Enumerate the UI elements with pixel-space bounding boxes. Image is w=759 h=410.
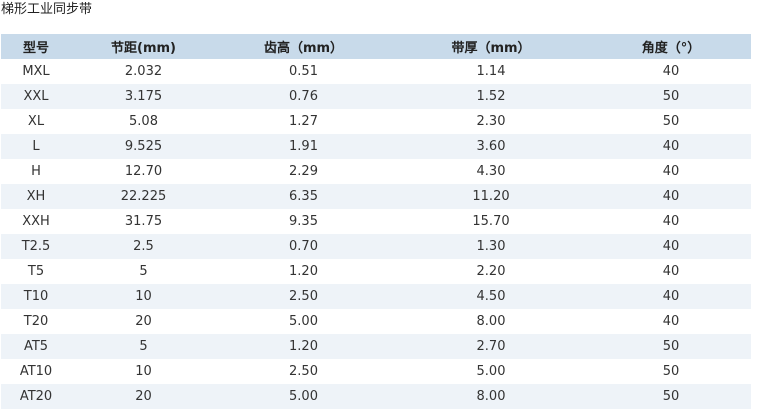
cell-tooth-height: 2.50 (289, 364, 318, 379)
header-row: 型号 节距(mm) 齿高（mm） 带厚（mm） 角度（°） (1, 34, 751, 59)
cell-tooth-height: 9.35 (289, 214, 318, 229)
cell-belt-thickness: 11.20 (472, 189, 510, 204)
cell-angle: 40 (662, 139, 680, 154)
cell-model: T2.5 (21, 239, 51, 254)
cell-angle: 40 (662, 64, 680, 79)
table-row: XL 5.08 1.27 2.30 50 (1, 109, 751, 134)
cell-model: T5 (27, 264, 45, 279)
cell-pitch: 20 (135, 389, 152, 404)
cell-pitch: 22.225 (120, 189, 167, 204)
cell-pitch: 9.525 (124, 139, 163, 154)
cell-belt-thickness: 4.50 (476, 289, 506, 304)
cell-tooth-height: 1.27 (289, 114, 318, 129)
cell-tooth-height: 0.51 (289, 64, 318, 79)
header-angle: 角度（°） (641, 41, 701, 56)
cell-angle: 40 (662, 189, 680, 204)
table-row: XXH 31.75 9.35 15.70 40 (1, 209, 751, 234)
cell-angle: 40 (662, 289, 680, 304)
cell-pitch: 20 (135, 314, 152, 329)
cell-model: XXL (23, 89, 49, 104)
table-header: 型号 节距(mm) 齿高（mm） 带厚（mm） 角度（°） (1, 34, 751, 59)
cell-model: XXH (22, 214, 50, 229)
table-row: T10 10 2.50 4.50 40 (1, 284, 751, 309)
cell-belt-thickness: 8.00 (476, 389, 506, 404)
cell-pitch: 5 (139, 339, 148, 354)
cell-model: T20 (23, 314, 49, 329)
cell-angle: 40 (662, 164, 680, 179)
cell-belt-thickness: 3.60 (476, 139, 506, 154)
table-row: AT5 5 1.20 2.70 50 (1, 334, 751, 359)
cell-tooth-height: 1.91 (289, 139, 318, 154)
cell-tooth-height: 2.29 (289, 164, 318, 179)
header-pitch: 节距(mm) (111, 41, 176, 56)
cell-model: MXL (22, 64, 50, 79)
table-row: L 9.525 1.91 3.60 40 (1, 134, 751, 159)
cell-model: H (31, 164, 41, 179)
table-row: AT10 10 2.50 5.00 50 (1, 359, 751, 384)
cell-belt-thickness: 15.70 (472, 214, 510, 229)
cell-angle: 40 (662, 214, 680, 229)
cell-belt-thickness: 1.30 (476, 239, 506, 254)
belt-spec-table: 型号 节距(mm) 齿高（mm） 带厚（mm） 角度（°） MXL 2.032 0.… (1, 34, 751, 409)
cell-belt-thickness: 2.70 (476, 339, 506, 354)
cell-tooth-height: 0.70 (289, 239, 318, 254)
cell-angle: 50 (662, 364, 680, 379)
cell-angle: 40 (662, 314, 680, 329)
cell-tooth-height: 1.20 (289, 264, 318, 279)
cell-tooth-height: 2.50 (289, 289, 318, 304)
cell-pitch: 3.175 (124, 89, 163, 104)
page-title: 梯形工业同步带 (1, 2, 93, 17)
header-model: 型号 (22, 41, 49, 56)
cell-pitch: 10 (135, 289, 152, 304)
cell-angle: 50 (662, 114, 680, 129)
header-belt-thickness: 带厚（mm） (451, 41, 531, 56)
cell-pitch: 2.5 (133, 239, 154, 254)
cell-pitch: 31.75 (124, 214, 163, 229)
table-row: XH 22.225 6.35 11.20 40 (1, 184, 751, 209)
cell-belt-thickness: 5.00 (476, 364, 506, 379)
cell-angle: 50 (662, 89, 680, 104)
cell-pitch: 5.08 (129, 114, 158, 129)
cell-pitch: 12.70 (124, 164, 163, 179)
table-body: MXL 2.032 0.51 1.14 40 XXL 3.175 0.76 1.52 50 XL 5.… (1, 59, 751, 409)
table-row: AT20 20 5.00 8.00 50 (1, 384, 751, 409)
table-row: T2.5 2.5 0.70 1.30 40 (1, 234, 751, 259)
table-row: T5 5 1.20 2.20 40 (1, 259, 751, 284)
cell-model: L (32, 139, 40, 154)
cell-belt-thickness: 4.30 (476, 164, 506, 179)
header-tooth-height: 齿高（mm） (263, 41, 344, 56)
cell-model: AT20 (19, 389, 53, 404)
cell-belt-thickness: 2.30 (476, 114, 506, 129)
table-row: H 12.70 2.29 4.30 40 (1, 159, 751, 184)
cell-pitch: 2.032 (124, 64, 163, 79)
table-row: T20 20 5.00 8.00 40 (1, 309, 751, 334)
cell-angle: 50 (662, 389, 680, 404)
table-row: MXL 2.032 0.51 1.14 40 (1, 59, 751, 84)
cell-pitch: 10 (135, 364, 152, 379)
cell-model: XL (27, 114, 45, 129)
cell-model: AT5 (23, 339, 49, 354)
cell-pitch: 5 (139, 264, 148, 279)
cell-model: XH (26, 189, 46, 204)
cell-angle: 50 (662, 339, 680, 354)
cell-model: T10 (23, 289, 49, 304)
cell-belt-thickness: 8.00 (476, 314, 506, 329)
cell-belt-thickness: 1.14 (476, 64, 506, 79)
cell-belt-thickness: 2.20 (476, 264, 506, 279)
cell-belt-thickness: 1.52 (476, 89, 506, 104)
cell-model: AT10 (19, 364, 53, 379)
cell-angle: 40 (662, 264, 680, 279)
cell-tooth-height: 1.20 (289, 339, 318, 354)
cell-tooth-height: 6.35 (289, 189, 318, 204)
cell-angle: 40 (662, 239, 680, 254)
cell-tooth-height: 0.76 (289, 89, 318, 104)
cell-tooth-height: 5.00 (289, 314, 318, 329)
cell-tooth-height: 5.00 (289, 389, 318, 404)
table-row: XXL 3.175 0.76 1.52 50 (1, 84, 751, 109)
